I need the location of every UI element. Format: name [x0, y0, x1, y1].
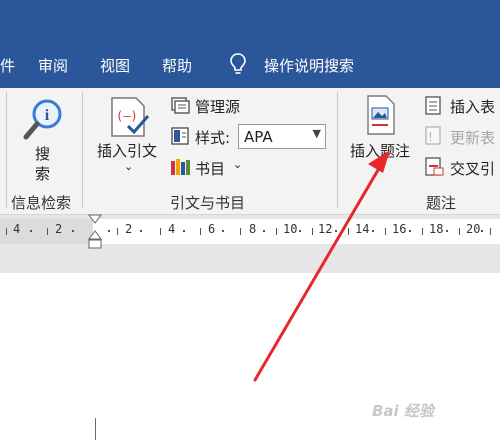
watermark: Bai 经验: [372, 402, 434, 420]
annotation-arrow: [253, 150, 390, 382]
